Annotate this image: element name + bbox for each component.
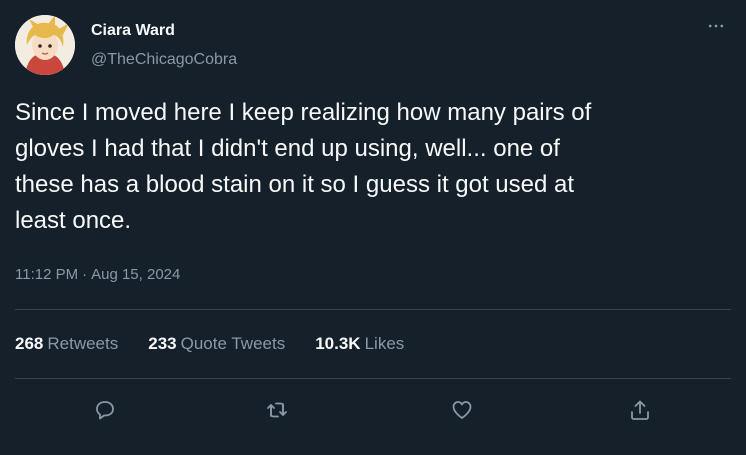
retweet-icon: [267, 402, 287, 418]
reply-button[interactable]: [91, 396, 119, 424]
tweet-text: Since I moved here I keep realizing how …: [15, 99, 592, 234]
quote-tweets-label: Quote Tweets: [180, 334, 286, 353]
quote-tweets-stat[interactable]: 233 Quote Tweets: [148, 334, 285, 354]
likes-label: Likes: [364, 334, 405, 353]
heart-icon: [452, 401, 472, 419]
more-options-button[interactable]: [702, 16, 730, 36]
more-icon: [708, 24, 724, 28]
tweet-card: Ciara Ward @TheChicagoCobra Since I move…: [0, 0, 746, 455]
likes-count: 10.3K: [315, 334, 361, 353]
divider: [15, 309, 731, 310]
retweet-button[interactable]: [263, 396, 291, 424]
like-button[interactable]: [448, 396, 476, 424]
avatar[interactable]: [15, 15, 75, 75]
retweets-label: Retweets: [47, 334, 119, 353]
quote-tweets-count: 233: [148, 334, 177, 353]
avatar-illustration: [15, 15, 75, 75]
timestamp-separator: ·: [82, 266, 88, 283]
share-button[interactable]: [626, 396, 654, 424]
tweet-date: Aug 15, 2024: [91, 266, 181, 283]
tweet-time: 11:12 PM: [15, 266, 79, 283]
divider: [15, 378, 731, 379]
share-icon: [631, 400, 649, 420]
retweets-stat[interactable]: 268 Retweets: [15, 334, 118, 354]
reply-icon: [96, 401, 114, 420]
author-display-name[interactable]: Ciara Ward: [91, 22, 175, 40]
engagement-stats: 268 Retweets 233 Quote Tweets 10.3K Likes: [15, 334, 434, 354]
likes-stat[interactable]: 10.3K Likes: [315, 334, 404, 354]
action-bar: [0, 390, 746, 430]
author-handle[interactable]: @TheChicagoCobra: [91, 51, 237, 69]
tweet-timestamp[interactable]: 11:12 PM · Aug 15, 2024: [15, 266, 180, 283]
retweets-count: 268: [15, 334, 44, 353]
